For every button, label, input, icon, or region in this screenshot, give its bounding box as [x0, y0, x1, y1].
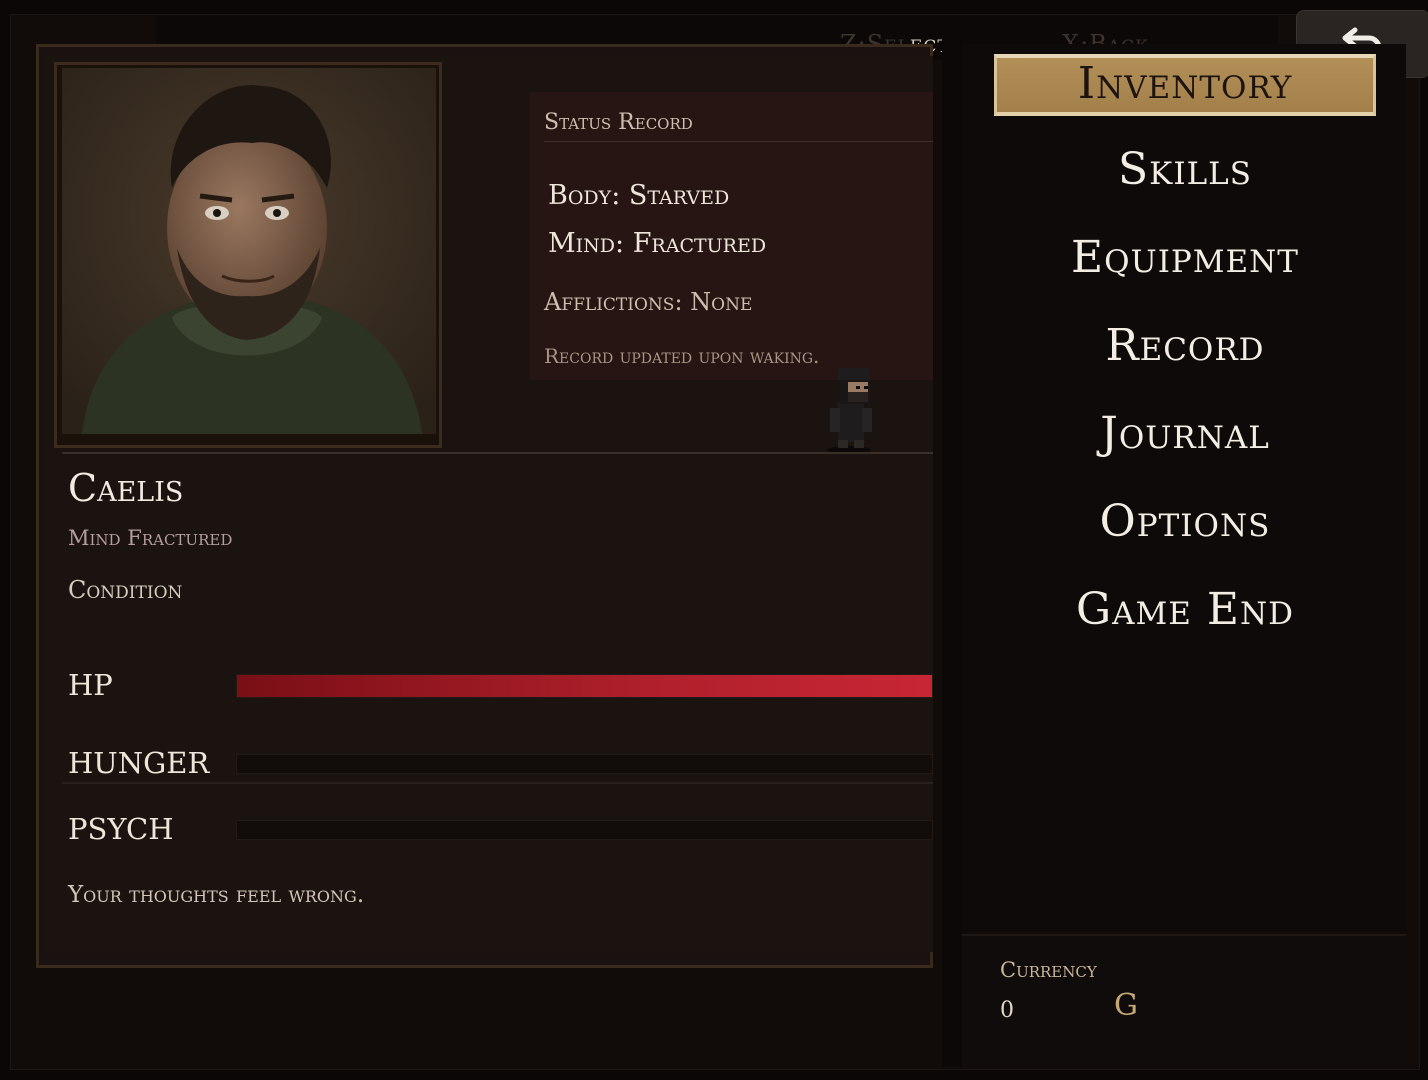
- psych-bar: [236, 820, 933, 840]
- status-afflictions: Afflictions: None: [544, 288, 753, 316]
- menu-item-inventory[interactable]: Inventory: [994, 54, 1376, 116]
- character-name: Caelis: [68, 466, 184, 510]
- menu-item-journal[interactable]: Journal: [994, 408, 1376, 459]
- menu-item-equipment[interactable]: Equipment: [994, 232, 1376, 283]
- menu-item-record[interactable]: Record: [994, 320, 1376, 371]
- currency-unit: G: [1114, 988, 1138, 1023]
- character-sprite: [818, 362, 880, 454]
- stat-divider: [62, 782, 933, 784]
- status-divider: [544, 141, 933, 142]
- hp-bar: [236, 674, 933, 698]
- status-record-title: Status Record: [544, 110, 693, 135]
- condition-label: Condition: [68, 576, 183, 604]
- hunger-label: HUNGER: [68, 746, 210, 780]
- character-portrait: [62, 68, 436, 434]
- flavor-text: Your thoughts feel wrong.: [68, 882, 365, 908]
- hp-label: HP: [68, 668, 113, 702]
- psych-label: PSYCH: [68, 812, 174, 846]
- currency-panel: [962, 934, 1406, 1068]
- hp-bar-fill: [237, 675, 932, 697]
- panel-gap: [942, 16, 962, 1066]
- menu-item-options[interactable]: Options: [994, 496, 1376, 547]
- status-note: Record updated upon waking.: [544, 344, 820, 368]
- status-body: Body: Starved: [548, 180, 730, 211]
- character-state: Mind Fractured: [68, 526, 233, 550]
- currency-amount: 0: [1000, 998, 1014, 1023]
- menu-item-game-end[interactable]: Game End: [994, 584, 1376, 635]
- section-divider: [62, 452, 933, 454]
- hunger-bar: [236, 754, 933, 774]
- currency-label: Currency: [1000, 958, 1097, 982]
- menu-item-skills[interactable]: Skills: [994, 144, 1376, 195]
- status-mind: Mind: Fractured: [548, 228, 767, 259]
